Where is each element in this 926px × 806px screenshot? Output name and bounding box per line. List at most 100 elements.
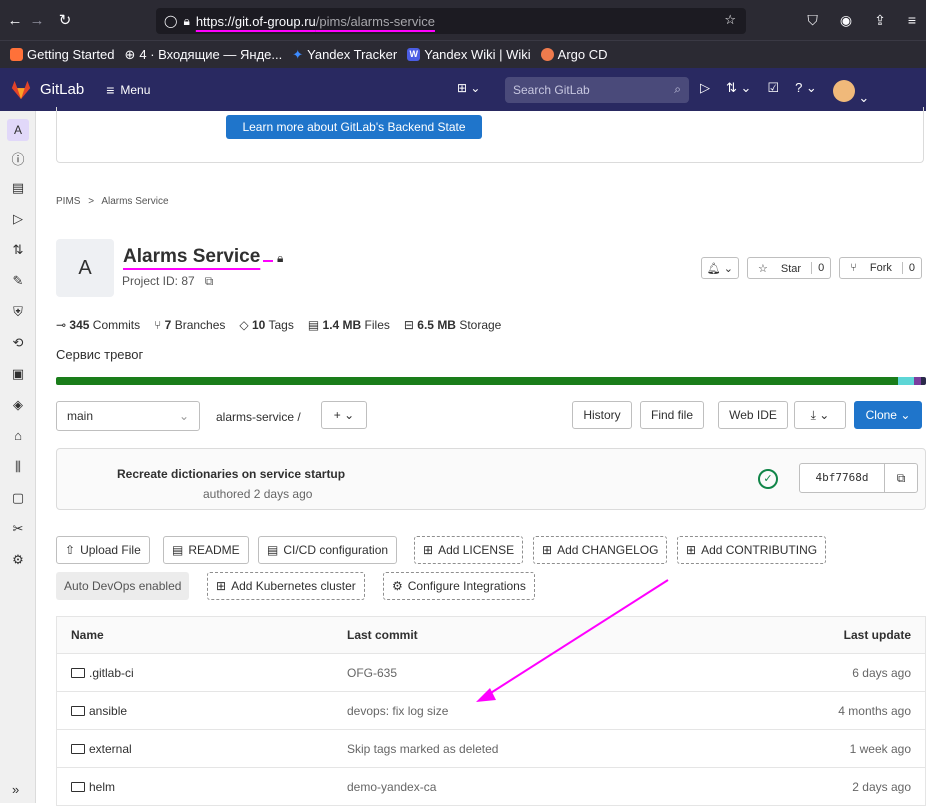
folder-icon [71,743,85,754]
todo-icon[interactable]: ☑ [767,80,779,106]
settings-icon[interactable]: ⚙ [0,552,36,576]
packages-icon[interactable]: ⌂ [0,428,36,452]
issues-icon[interactable]: ▷ [700,80,710,106]
infrastructure-icon[interactable]: ◈ [0,397,36,421]
gitlab-logo-icon[interactable] [10,79,32,101]
upload-file-button[interactable]: ⇧ Upload File [56,536,150,564]
bookmark-yandex-tracker[interactable]: ✦ Yandex Tracker [292,47,397,63]
analytics-icon[interactable]: ⫼ [0,459,36,483]
shield-icon: ◯ [164,14,178,28]
branches-stat[interactable]: ⑂ 7 Branches [154,318,225,332]
download-button[interactable]: ⤓ ⌄ [794,401,846,429]
security-icon[interactable]: ⛨ [0,304,36,328]
file-last-commit[interactable]: devops: fix log size [347,704,747,718]
sidebar-project-avatar[interactable]: A [7,119,29,141]
add-contributing-button[interactable]: ⊞ Add CONTRIBUTING [677,536,827,564]
file-last-commit[interactable]: demo-yandex-ca [347,780,747,794]
add-to-tree-button[interactable]: + ⌄ [321,401,367,429]
readme-button[interactable]: ▤ README [163,536,249,564]
tags-stat[interactable]: ◇ 10 Tags [239,318,293,332]
project-actions: 🔔︎ ⌄ ☆ Star 0 ⑂ Fork 0 [700,257,922,279]
bookmark-star-icon[interactable]: ☆ [724,12,736,28]
configure-integrations-button[interactable]: ⚙ Configure Integrations [383,572,535,600]
breadcrumb-group[interactable]: PIMS [56,196,80,207]
menu-button[interactable]: ≡ Menu [106,82,150,98]
folder-icon [71,781,85,792]
branch-selector[interactable]: main ⌄ [56,401,200,431]
reload-icon[interactable]: ↻ [54,11,76,29]
commit-title[interactable]: Recreate dictionaries on service startup [117,467,345,481]
user-avatar[interactable]: ⌄ [832,80,869,106]
merge-requests-icon[interactable]: ⇅ ⌄ [726,80,751,106]
account-icon[interactable]: ◉ [840,12,852,29]
file-last-commit[interactable]: OFG-635 [347,666,747,680]
bookmark-argo-cd[interactable]: Argo CD [540,47,608,62]
issues-sidebar-icon[interactable]: ▷ [0,211,36,235]
cicd-config-button[interactable]: ▤ CI/CD configuration [258,536,398,564]
table-row[interactable]: external Skip tags marked as deleted 1 w… [56,730,926,768]
repo-path-name[interactable]: alarms-service [216,410,294,424]
repository-controls: main ⌄ alarms-service / + ⌄ History Find… [56,399,926,431]
project-info-icon[interactable]: ⓘ [0,149,36,173]
collapse-sidebar-icon[interactable]: » [12,782,19,797]
star-button[interactable]: ☆ Star 0 [746,257,832,279]
merge-requests-sidebar-icon[interactable]: ⇅ [0,242,36,266]
commits-stat[interactable]: ⊸ 345 Commits [56,318,140,332]
storage-icon: ⊟ [403,318,414,332]
storage-stat[interactable]: ⊟ 6.5 MB Storage [404,318,501,332]
pipeline-success-icon[interactable]: ✓ [758,469,778,489]
table-row[interactable]: ansible devops: fix log size 4 months ag… [56,692,926,730]
file-name[interactable]: .gitlab-ci [89,666,134,680]
extensions-icon[interactable]: ⇪ [874,12,886,29]
add-kubernetes-button[interactable]: ⊞ Add Kubernetes cluster [207,572,365,600]
files-stat[interactable]: ▤ 1.4 MB Files [308,318,390,332]
bookmark-getting-started[interactable]: Getting Started [10,47,114,62]
app-menu-icon[interactable]: ≡ [908,12,916,29]
find-file-button[interactable]: Find file [640,401,704,429]
monitor-icon[interactable]: ▣ [0,366,36,390]
auto-devops-button[interactable]: Auto DevOps enabled [56,572,190,600]
file-last-commit[interactable]: Skip tags marked as deleted [347,742,747,756]
pocket-icon[interactable]: ⛉ [807,12,818,29]
commit-icon: ⊸ [56,318,67,332]
learn-more-button[interactable]: Learn more about GitLab's Backend State [226,115,482,139]
bookmark-yandex-wiki[interactable]: W Yandex Wiki | Wiki [407,47,531,62]
repo-path: alarms-service / [216,410,301,424]
help-icon[interactable]: ? ⌄ [795,80,817,106]
plus-square-icon: ⊞ [423,543,434,557]
search-input[interactable]: Search GitLab ⌕ [505,77,689,103]
commit-sha[interactable]: 4bf7768d [799,463,885,493]
copy-id-icon[interactable]: ⧉ [205,274,214,289]
bookmark-yandex-mail[interactable]: ⊕ 4 · Входящие — Янде... [124,47,282,63]
history-button[interactable]: History [572,401,632,429]
back-icon[interactable]: ← [4,12,26,29]
table-row[interactable]: helm demo-yandex-ca 2 days ago [56,768,926,806]
firefox-icon [10,48,23,61]
repository-icon[interactable]: ▤ [0,180,36,204]
add-license-button[interactable]: ⊞ Add LICENSE [414,536,524,564]
deployments-icon[interactable]: ⟲ [0,335,36,359]
gear-icon: ⚙ [392,579,403,593]
forward-icon[interactable]: → [26,12,48,29]
breadcrumb-project[interactable]: Alarms Service [101,196,168,207]
file-name[interactable]: external [89,742,132,756]
copy-sha-icon[interactable]: ⧉ [884,463,918,493]
add-changelog-button[interactable]: ⊞ Add CHANGELOG [533,536,668,564]
gitlab-name[interactable]: GitLab [40,81,84,98]
language-segment-4 [920,377,926,385]
language-segment-2 [898,377,914,385]
url-bar[interactable]: ◯ 🔒︎ https://git.of-group.ru/pims/alarms… [156,8,746,34]
file-name[interactable]: helm [89,780,115,794]
web-ide-button[interactable]: Web IDE [718,401,788,429]
table-row[interactable]: .gitlab-ci OFG-635 6 days ago [56,654,926,692]
new-item-dropdown[interactable]: ⊞ ⌄ [457,81,480,95]
ci-cd-icon[interactable]: ✎ [0,273,36,297]
snippets-icon[interactable]: ✂ [0,521,36,545]
notification-button[interactable]: 🔔︎ ⌄ [700,257,739,279]
upload-icon: ⇧ [65,543,76,557]
clone-button[interactable]: Clone ⌄ [854,401,922,429]
file-name[interactable]: ansible [89,704,127,718]
wiki-sidebar-icon[interactable]: ▢ [0,490,36,514]
file-text-icon: ▤ [172,543,184,557]
fork-button[interactable]: ⑂ Fork 0 [839,257,922,279]
